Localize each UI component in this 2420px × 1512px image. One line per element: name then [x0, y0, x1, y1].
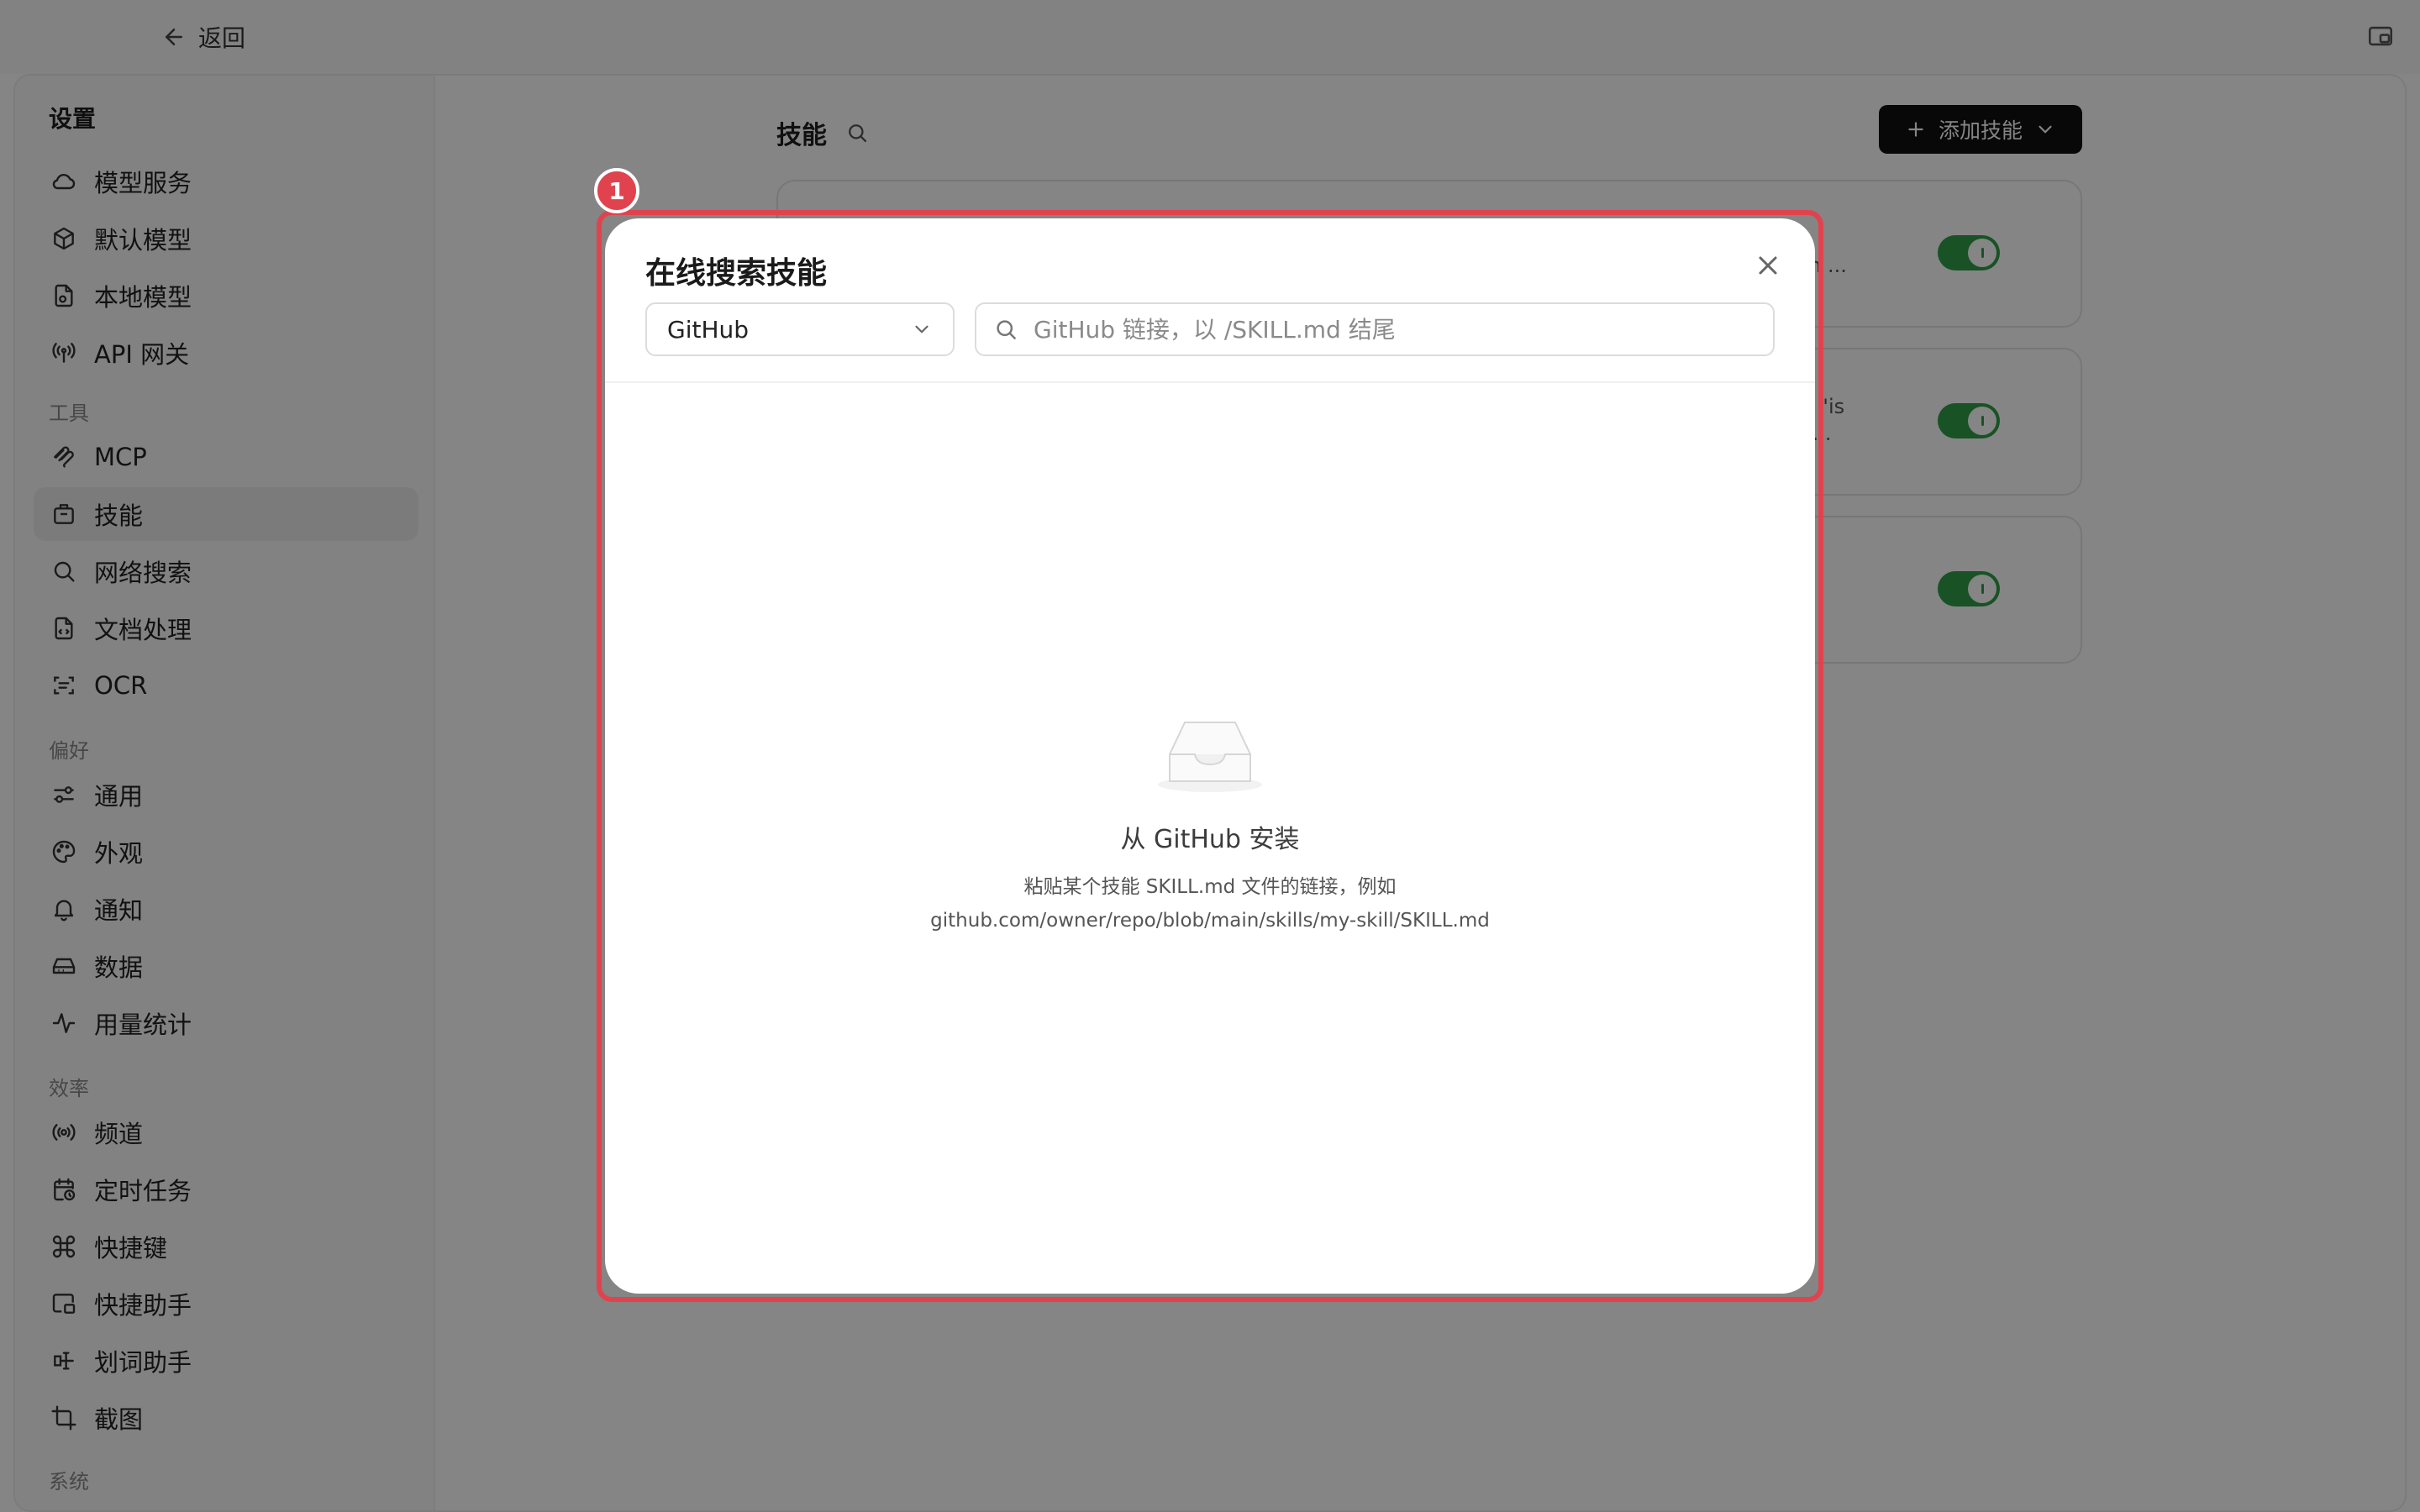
online-skill-search-dialog: 在线搜索技能 GitHub 从 GitHub 安装 粘贴某个技能 SKILL.m… — [605, 218, 1815, 1294]
source-select[interactable]: GitHub — [645, 302, 955, 356]
empty-state-example-url: github.com/owner/repo/blob/main/skills/m… — [930, 910, 1490, 932]
inbox-icon — [1158, 722, 1262, 792]
chevron-down-icon — [915, 325, 929, 333]
annotation-badge: 1 — [594, 168, 639, 213]
skill-url-input[interactable] — [1034, 315, 1756, 344]
search-icon — [997, 320, 1016, 339]
empty-state-title: 从 GitHub 安装 — [1120, 825, 1300, 854]
empty-state: 从 GitHub 安装 粘贴某个技能 SKILL.md 文件的链接，例如 git… — [605, 714, 1815, 937]
divider — [605, 381, 1815, 383]
close-icon[interactable] — [1753, 250, 1783, 281]
skill-url-search — [975, 302, 1775, 356]
dialog-title: 在线搜索技能 — [645, 256, 828, 291]
empty-state-description: 粘贴某个技能 SKILL.md 文件的链接，例如 github.com/owne… — [605, 870, 1815, 937]
source-select-value: GitHub — [667, 315, 750, 344]
empty-state-line: 粘贴某个技能 SKILL.md 文件的链接，例如 — [1023, 876, 1397, 898]
app-window: 返回 设置 模型服务 默认模型 本地模型 API 网关 工具 MCP 技能 网络… — [0, 0, 2420, 1512]
